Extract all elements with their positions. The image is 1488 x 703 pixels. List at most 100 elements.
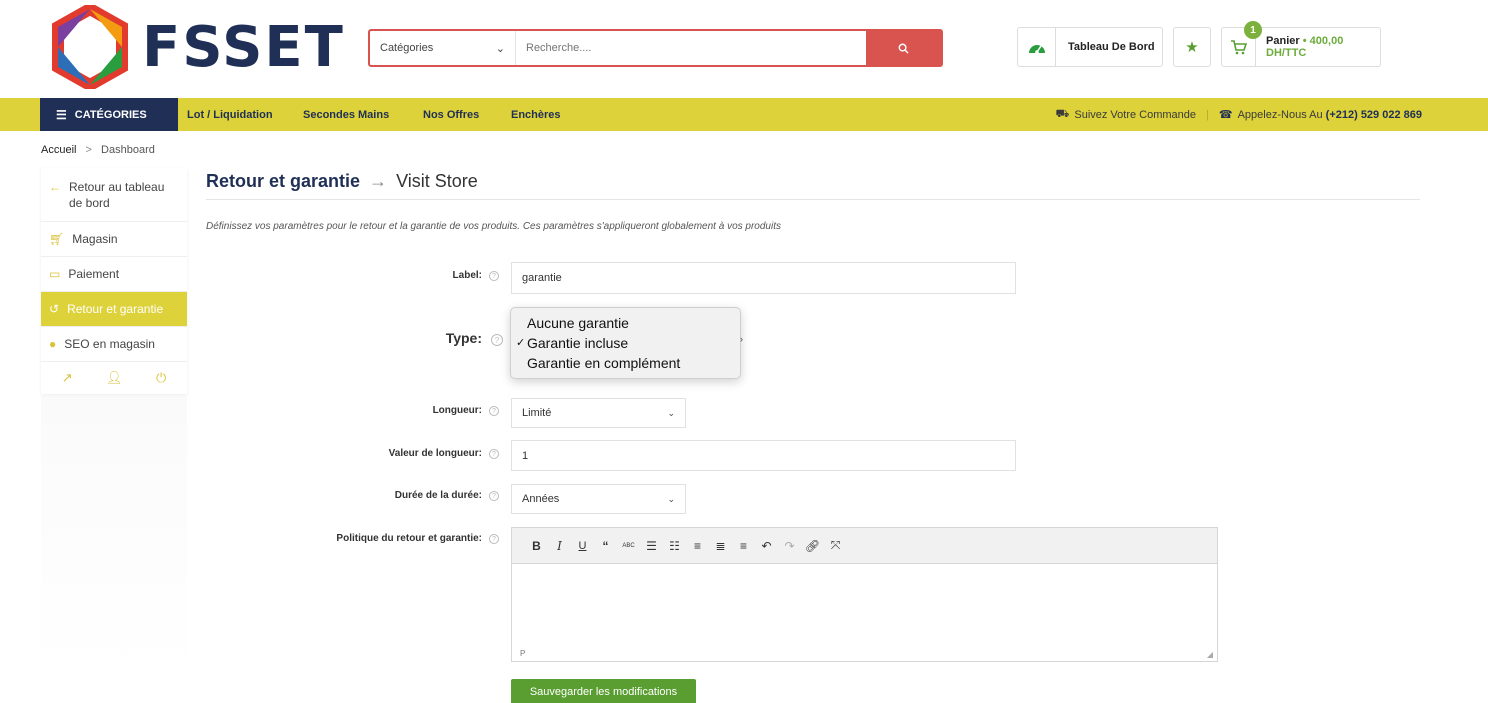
search-input[interactable] [516,31,866,65]
logo-text: FSSET [142,14,345,80]
site-logo[interactable]: FSSET [48,4,348,90]
power-icon[interactable]: ⏻ [156,370,166,386]
cart-icon: 🛒︎ [49,232,65,246]
sidebar-item-back-to-dashboard[interactable]: ← Retour au tableau de bord [41,168,187,222]
quote-icon[interactable]: “ [595,536,616,556]
editor-status-bar: P [520,649,526,658]
sidebar-item-magasin[interactable]: 🛒︎ Magasin [41,222,187,257]
align-left-icon[interactable]: ≡ [687,536,708,556]
category-select-label: Catégories [380,42,434,54]
dropdown-option-label: Garantie incluse [527,335,629,351]
phone-number-link[interactable]: (+212) 529 022 869 [1326,109,1422,121]
category-select[interactable]: Catégories ⌄ [370,31,516,65]
wishlist-button[interactable]: ★ [1173,27,1211,67]
chevron-down-icon: › [740,334,743,344]
sidebar-item-label: Retour et garantie [67,302,164,316]
length-select[interactable]: Limité ⌄ [511,398,686,428]
sidebar-item-seo-en-magasin[interactable]: ● SEO en magasin [41,327,187,362]
length-value-input[interactable]: 1 [511,440,1016,471]
logo-icon [52,5,128,89]
help-icon[interactable]: ? [491,334,503,346]
length-field-label: Longueur: [432,405,482,416]
nav-link-secondes-mains[interactable]: Secondes Mains [303,98,389,131]
cart-separator: • [1302,35,1307,47]
underline-icon[interactable]: U [572,536,593,556]
italic-icon[interactable]: I [549,536,570,556]
categories-menu-button[interactable]: ☰ CATÉGORIES [40,98,178,131]
numbered-list-icon[interactable]: ☷ [664,536,685,556]
chevron-down-icon: ⌄ [667,493,675,504]
dropdown-option-garantie-en-complement[interactable]: Garantie en complément [511,353,740,373]
nav-contact-area: ⛟ Suivez Votre Commande | ☎ Appelez-Nous… [1056,98,1422,131]
sidebar-background [41,396,187,676]
type-dropdown-menu: Aucune garantie ✓ Garantie incluse Garan… [510,307,741,379]
help-icon[interactable]: ? [489,449,499,459]
globe-icon: ● [49,337,57,351]
undo-icon[interactable]: ↶ [756,536,777,556]
sidebar-item-label: SEO en magasin [64,337,155,351]
cart-icon [1231,39,1248,54]
help-icon[interactable]: ? [489,406,499,416]
checkmark-icon: ✓ [516,337,526,349]
policy-field-label: Politique du retour et garantie: [336,533,482,544]
help-icon[interactable]: ? [489,491,499,501]
fullscreen-icon[interactable]: ⤧ [825,536,846,556]
breadcrumb: Accueil > Dashboard [41,144,155,156]
nav-separator: | [1206,108,1209,121]
label-field-label: Label: [452,270,482,281]
search-button[interactable] [866,31,941,65]
sidebar-item-retour-et-garantie[interactable]: ↺ Retour et garantie [41,292,187,327]
duration-select[interactable]: Années ⌄ [511,484,686,514]
visit-store-link[interactable]: Visit Store [396,171,478,191]
dashboard-sidebar: ← Retour au tableau de bord 🛒︎ Magasin ▭… [41,168,187,394]
resize-handle-icon[interactable]: ◢ [1207,650,1213,659]
help-icon[interactable]: ? [489,271,499,281]
nav-link-nos-offres[interactable]: Nos Offres [423,98,479,131]
call-label: Appelez-Nous Au [1237,108,1323,121]
label-input[interactable]: garantie [511,262,1016,294]
nav-link-lot-liquidation[interactable]: Lot / Liquidation [187,98,273,131]
track-order-link[interactable]: Suivez Votre Commande [1074,109,1196,121]
sidebar-item-label: Magasin [72,232,118,246]
star-icon: ★ [1185,39,1199,56]
chevron-down-icon: ⌄ [667,407,675,418]
redo-icon[interactable]: ↷ [779,536,800,556]
cart-count-badge: 1 [1244,21,1262,39]
align-center-icon[interactable]: ≣ [710,536,731,556]
categories-label: CATÉGORIES [74,108,147,121]
link-icon[interactable]: 🔗︎ [802,536,823,556]
policy-rich-text-editor: B I U “ ABC ☰ ☷ ≡ ≣ ≡ ↶ ↷ 🔗︎ ⤧ P ◢ [511,527,1218,662]
sidebar-item-label: Retour au tableau de bord [69,180,165,210]
page-title: Retour et garantie → Visit Store [206,171,478,192]
breadcrumb-home-link[interactable]: Accueil [41,144,76,156]
length-select-value: Limité [522,407,552,419]
dashboard-gauge-icon [1028,45,1045,54]
dropdown-option-garantie-incluse[interactable]: ✓ Garantie incluse [511,333,740,353]
help-icon[interactable]: ? [489,534,499,544]
length-value-field-label: Valeur de longueur: [388,448,482,459]
title-divider [206,199,1420,200]
back-arrow-icon: ← [49,180,61,194]
duration-field-label: Durée de la durée: [394,490,482,501]
user-icon[interactable]: 👤︎ [106,370,123,386]
breadcrumb-current: Dashboard [101,144,155,156]
editor-content-area[interactable] [512,564,1217,647]
save-changes-button[interactable]: Sauvegarder les modifications [511,679,696,703]
cart-summary: Panier • 400,00 DH/TTC [1256,35,1380,59]
bullet-list-icon[interactable]: ☰ [641,536,662,556]
cart-label: Panier [1266,35,1300,47]
chevron-down-icon: ⌄ [495,42,505,55]
nav-link-encheres[interactable]: Enchères [511,98,561,131]
dropdown-option-aucune-garantie[interactable]: Aucune garantie [511,313,740,333]
external-link-icon[interactable]: ↗ [62,370,73,386]
search-bar: Catégories ⌄ [368,29,943,67]
strikethrough-icon[interactable]: ABC [618,536,639,556]
dashboard-button[interactable]: Tableau De Bord [1017,27,1163,67]
breadcrumb-separator: > [85,144,92,156]
phone-icon: ☎ [1218,109,1233,121]
sidebar-item-paiement[interactable]: ▭ Paiement [41,257,187,292]
align-right-icon[interactable]: ≡ [733,536,754,556]
undo-icon: ↺ [49,302,60,316]
page-description: Définissez vos paramètres pour le retour… [206,221,781,232]
bold-icon[interactable]: B [526,536,547,556]
